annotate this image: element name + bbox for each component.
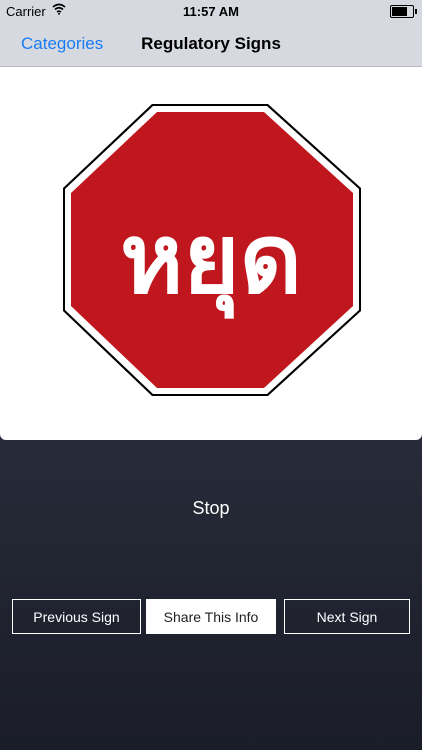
sign-image-panel: หยุด xyxy=(0,67,422,440)
page-title: Regulatory Signs xyxy=(141,34,281,53)
previous-sign-button[interactable]: Previous Sign xyxy=(12,599,141,634)
navigation-bar: Categories Regulatory Signs xyxy=(0,22,422,67)
sign-text: หยุด xyxy=(120,203,302,319)
share-info-button[interactable]: Share This Info xyxy=(146,599,276,634)
sign-name-label: Stop xyxy=(192,498,230,518)
time-label: 11:57 AM xyxy=(183,4,239,19)
stop-sign-image: หยุด xyxy=(63,104,361,396)
next-sign-button[interactable]: Next Sign xyxy=(284,599,410,634)
status-bar: Carrier 11:57 AM xyxy=(0,0,422,22)
battery-icon xyxy=(390,5,417,18)
